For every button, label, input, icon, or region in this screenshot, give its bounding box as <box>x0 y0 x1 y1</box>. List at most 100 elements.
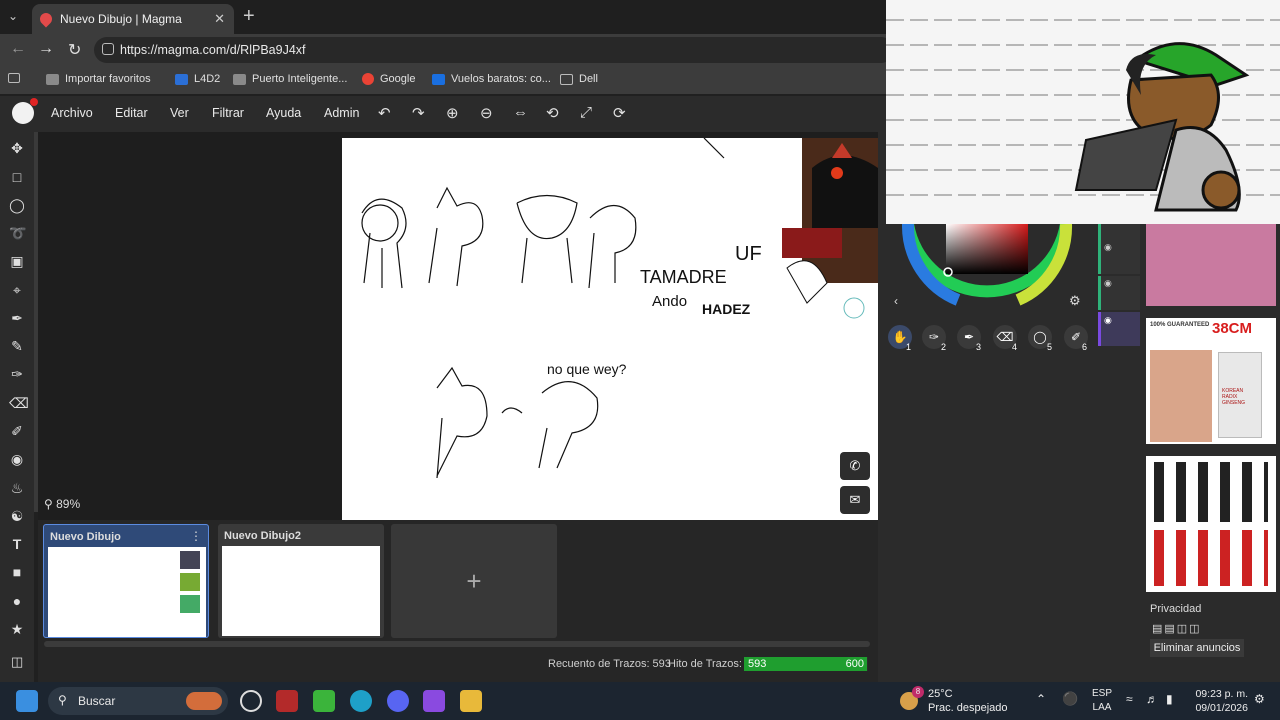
flip-icon[interactable]: ⇔ <box>513 104 528 121</box>
menu-admin[interactable]: Admin <box>324 106 359 120</box>
rect-select-icon[interactable]: □ <box>9 169 25 185</box>
forward-arrow-icon[interactable]: → <box>38 40 54 58</box>
eyedropper-icon[interactable]: ✒ <box>9 310 25 326</box>
layer-visibility-eye-icon[interactable]: ◉ <box>1104 315 1112 326</box>
battery-icon[interactable]: ▮ <box>1166 692 1173 706</box>
l4d2-icon <box>175 73 188 85</box>
rectangle-shape-icon[interactable]: ■ <box>9 564 25 580</box>
weather-widget[interactable]: 25°C Prac. despejado <box>928 687 1008 715</box>
text-tool-icon[interactable]: T <box>9 536 25 552</box>
minecraft-icon[interactable] <box>313 690 335 712</box>
menu-ayuda[interactable]: Ayuda <box>266 106 301 120</box>
magma-logo-icon[interactable] <box>12 98 38 124</box>
back-arrow-icon[interactable]: ← <box>10 40 26 58</box>
bookmark-vuelos[interactable]: Vuelos baratos: co... <box>432 73 551 85</box>
reload-icon[interactable]: ↻ <box>68 40 81 60</box>
paint-bucket-icon[interactable]: ♨ <box>9 480 25 496</box>
menu-ver[interactable]: Ver <box>170 106 189 120</box>
ellipse-shape-icon[interactable]: ● <box>9 593 25 609</box>
crop-icon[interactable]: ⌖ <box>9 282 25 298</box>
layer-visibility-eye-icon[interactable]: ◉ <box>1104 242 1112 253</box>
folder-icon <box>560 73 573 85</box>
stroke-progress-value: 593 <box>748 658 767 670</box>
transform-icon[interactable]: ▣ <box>9 253 25 269</box>
smudge-icon[interactable]: ✐ <box>9 423 25 439</box>
bookmark-google[interactable]: Google <box>362 73 415 85</box>
sketch-text-que-wey: no que wey? <box>547 361 627 377</box>
filmstrip-icon[interactable]: ◫ <box>11 654 23 670</box>
tab-search-chevron-icon[interactable]: ⌄ <box>8 9 18 23</box>
taskbar-clock[interactable]: 09:23 p. m. 09/01/2026 <box>1190 687 1248 715</box>
phone-icon[interactable]: ✆ <box>840 452 870 480</box>
bookmark-puerto[interactable]: Puerto Inteligente... <box>233 73 347 85</box>
taskbar-search[interactable]: ⚲ Buscar <box>48 687 228 715</box>
discord-icon[interactable] <box>387 690 409 712</box>
notifications-bell-icon[interactable]: ⚙ <box>1254 692 1265 706</box>
privacy-label[interactable]: Privacidad <box>1150 603 1201 615</box>
star-shape-icon[interactable]: ★ <box>9 621 25 637</box>
ellipse-select-icon[interactable]: ◯ <box>9 197 25 213</box>
edge-icon[interactable] <box>350 690 372 712</box>
microphone-icon[interactable]: ⚫ <box>1062 691 1078 707</box>
close-tab-icon[interactable]: ✕ <box>214 11 225 27</box>
bookmarks-menu-icon[interactable] <box>8 73 26 83</box>
drawing-thumb-1[interactable]: Nuevo Dibujo ⋮ <box>43 524 209 638</box>
weather-badge: 8 <box>912 686 924 698</box>
menu-filtrar[interactable]: Filtrar <box>212 106 244 120</box>
undo-icon[interactable]: ↶ <box>378 104 391 122</box>
bookmark-l4d2[interactable]: L4D2 <box>175 73 220 85</box>
color-wheel[interactable] <box>898 212 1078 322</box>
obs-icon[interactable] <box>240 690 262 712</box>
start-windows-icon[interactable] <box>16 690 38 712</box>
file-explorer-icon[interactable] <box>460 690 482 712</box>
search-placeholder: Buscar <box>78 694 116 708</box>
volume-icon[interactable]: ♬ <box>1146 692 1158 706</box>
eraser-icon[interactable]: ⌫ <box>9 395 29 411</box>
settings-gear-icon[interactable]: ⚙ <box>1069 293 1081 309</box>
redo-icon[interactable]: ↷ <box>412 104 425 122</box>
ad-image-1[interactable] <box>1146 224 1276 306</box>
bookmark-import[interactable]: Importar favoritos <box>46 73 151 85</box>
ad-image-2[interactable]: 100% GUARANTEED 38CM KOREAN RADIX GINSEN… <box>1146 318 1276 444</box>
remove-ads-button[interactable]: Eliminar anuncios <box>1150 639 1244 657</box>
lasso-icon[interactable]: ➰ <box>9 225 26 241</box>
color-palette-icon[interactable]: ◉ <box>9 451 25 467</box>
layer-visibility-eye-icon[interactable]: ◉ <box>1104 278 1112 289</box>
wifi-icon[interactable]: ≈ <box>1126 692 1133 706</box>
add-drawing-button[interactable]: + <box>391 524 557 638</box>
language-indicator[interactable]: ESP LAA <box>1092 687 1112 715</box>
ad-layout-icons[interactable]: ▤▤◫◫ <box>1152 622 1202 635</box>
drawing-canvas[interactable]: no que wey? TAMADRE Ando HADEZ UF <box>342 138 878 520</box>
rotate-right-icon[interactable]: ⟳ <box>613 104 626 122</box>
zoom-out-icon[interactable]: ⊖ <box>480 104 493 122</box>
stroke-progress-bar: 593 600 <box>744 657 868 671</box>
menu-editar[interactable]: Editar <box>115 106 148 120</box>
rotate-left-icon[interactable]: ⟲ <box>546 104 559 122</box>
chat-icon[interactable]: ✉ <box>840 486 870 514</box>
brush-number-6: 6 <box>1082 342 1088 352</box>
brush-icon[interactable]: ✑ <box>9 366 25 382</box>
address-bar[interactable]: https://magma.com/d/RlPBa9J4xf <box>94 37 894 63</box>
brush-number-5: 5 <box>1047 342 1053 352</box>
site-info-icon[interactable] <box>102 43 114 55</box>
fullscreen-icon[interactable]: ⤢ <box>580 104 592 121</box>
menu-archivo[interactable]: Archivo <box>51 106 93 120</box>
brush-number-2: 2 <box>941 342 947 352</box>
app-purple-icon[interactable] <box>423 690 445 712</box>
pencil-icon[interactable]: ✎ <box>9 338 25 354</box>
thumbs-scrollbar[interactable] <box>44 641 870 647</box>
move-tool-icon[interactable]: ✥ <box>9 140 25 156</box>
drawing-thumb-2[interactable]: Nuevo Dibujo2 <box>218 524 384 638</box>
search-highlight-icon <box>186 692 222 710</box>
new-tab-plus-icon[interactable]: + <box>243 5 255 28</box>
zoom-in-icon[interactable]: ⊕ <box>446 104 459 122</box>
kebab-menu-icon[interactable]: ⋮ <box>190 529 202 543</box>
text-smudge-icon[interactable]: ☯ <box>9 508 25 524</box>
import-icon <box>46 73 59 85</box>
panel-collapse-chevron-icon[interactable]: ‹ <box>894 294 898 308</box>
bookmark-dell[interactable]: Dell <box>560 73 598 85</box>
browser-tab-active[interactable]: Nuevo Dibujo | Magma ✕ <box>32 4 234 34</box>
app-red-icon[interactable] <box>276 690 298 712</box>
tray-chevron-up-icon[interactable]: ⌃ <box>1036 692 1046 706</box>
ad-image-3[interactable] <box>1146 456 1276 592</box>
